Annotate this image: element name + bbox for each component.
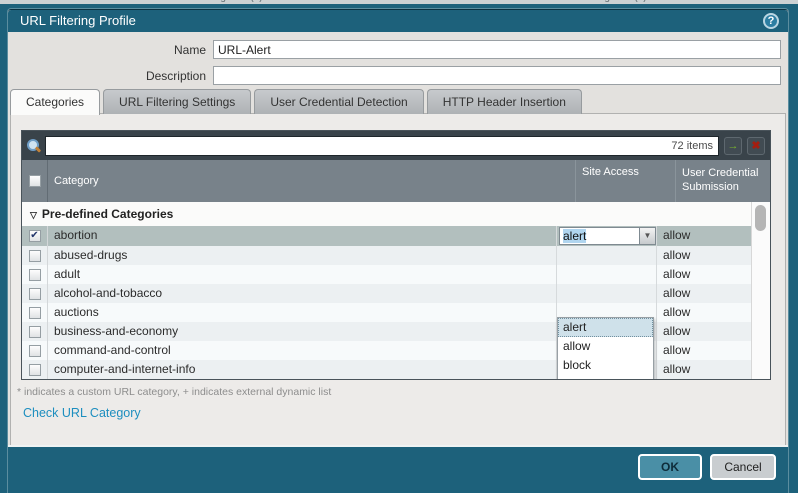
dropdown-option-block[interactable]: block	[558, 356, 653, 375]
dropdown-option-alert[interactable]: alert	[558, 318, 653, 337]
table-row[interactable]: abused-drugs allow	[22, 246, 751, 265]
site-access-cell[interactable]	[556, 246, 656, 265]
tab-bar: CategoriesURL Filtering SettingsUser Cre…	[10, 89, 582, 114]
category-cell: business-and-economy	[48, 322, 556, 341]
row-checkbox[interactable]	[29, 288, 41, 300]
site-access-cell[interactable]	[556, 265, 656, 284]
column-header-category[interactable]: Category	[48, 160, 575, 202]
category-cell: auctions	[48, 303, 556, 322]
table-footnote: * indicates a custom URL category, + ind…	[17, 386, 331, 398]
name-input[interactable]	[213, 40, 781, 59]
chevron-down-icon[interactable]: ▼	[639, 227, 656, 245]
tab-url-filtering-settings[interactable]: URL Filtering Settings	[103, 89, 251, 114]
table-row[interactable]: ✔ abortion alert ▼allow	[22, 226, 751, 246]
user-credential-submission-cell[interactable]: allow	[656, 322, 751, 341]
cancel-button[interactable]: Cancel	[710, 454, 776, 480]
row-checkbox[interactable]	[29, 364, 41, 376]
tab-http-header-insertion[interactable]: HTTP Header Insertion	[427, 89, 582, 114]
site-access-cell[interactable]	[556, 284, 656, 303]
category-cell: adult	[48, 265, 556, 284]
site-access-dropdown-list: alertallowblockcontinueoverride	[557, 317, 654, 379]
table-body: ▽Pre-defined Categories ✔abortionalert▼a…	[22, 202, 770, 379]
description-label: Description	[8, 66, 206, 86]
user-credential-submission-cell[interactable]: allow	[656, 360, 751, 379]
table-header: Category Site Access User Credential Sub…	[22, 160, 770, 202]
check-url-category-link[interactable]: Check URL Category	[23, 406, 141, 420]
search-icon	[27, 139, 40, 152]
name-label: Name	[8, 40, 206, 60]
close-icon: ✖	[751, 140, 760, 152]
arrow-right-icon: →	[728, 140, 739, 152]
tab-user-credential-detection[interactable]: User Credential Detection	[254, 89, 423, 114]
row-checkbox[interactable]	[29, 326, 41, 338]
row-checkbox[interactable]	[29, 269, 41, 281]
collapse-triangle-icon[interactable]: ▽	[30, 210, 37, 220]
column-header-user-credential-submission[interactable]: User Credential Submission	[675, 160, 770, 202]
user-credential-submission-cell[interactable]: allow	[656, 226, 751, 246]
user-credential-submission-cell[interactable]: allow	[656, 303, 751, 322]
user-credential-submission-cell[interactable]: allow	[656, 341, 751, 360]
categories-table: 72 items → ✖ Category Site Access User C…	[21, 130, 771, 380]
vertical-scrollbar[interactable]	[751, 202, 770, 379]
items-count-badge: 72 items	[671, 137, 713, 155]
ok-button[interactable]: OK	[638, 454, 702, 480]
table-row[interactable]: adult allow	[22, 265, 751, 284]
dropdown-option-allow[interactable]: allow	[558, 337, 653, 356]
site-access-cell[interactable]: alert ▼	[556, 226, 656, 246]
background-text-fragment: Block Categories (0)	[172, 0, 263, 3]
description-input[interactable]	[213, 66, 781, 85]
row-checkbox[interactable]	[29, 250, 41, 262]
dialog-titlebar: URL Filtering Profile ?	[8, 10, 788, 32]
column-header-site-access[interactable]: Site Access	[575, 160, 675, 202]
categories-tab-panel: 72 items → ✖ Category Site Access User C…	[10, 113, 786, 448]
combobox-value: alert	[563, 229, 586, 243]
select-all-checkbox[interactable]	[29, 175, 41, 187]
dialog-footer: OK Cancel	[8, 445, 788, 493]
row-checkbox[interactable]: ✔	[29, 230, 41, 242]
table-row[interactable]: alcohol-and-tobacco allow	[22, 284, 751, 303]
description-row: Description	[8, 66, 788, 86]
search-input[interactable]: 72 items	[45, 136, 719, 156]
url-filtering-profile-dialog: URL Filtering Profile ? Name Description…	[8, 9, 788, 493]
table-toolbar: 72 items → ✖	[22, 131, 770, 160]
tab-categories[interactable]: Categories	[10, 89, 100, 115]
dropdown-option-continue[interactable]: continue	[558, 375, 653, 379]
dialog-title: URL Filtering Profile	[20, 13, 136, 28]
site-access-combobox[interactable]: alert ▼	[559, 227, 656, 245]
row-checkbox[interactable]	[29, 307, 41, 319]
category-cell: computer-and-internet-info	[48, 360, 556, 379]
group-label: Pre-defined Categories	[42, 207, 173, 221]
clear-filter-button[interactable]: ✖	[747, 137, 765, 155]
name-row: Name	[8, 40, 788, 60]
background-text-fragment: Block Categories (0)	[556, 0, 647, 3]
help-icon[interactable]: ?	[763, 13, 779, 29]
category-cell: abortion	[48, 226, 556, 246]
user-credential-submission-cell[interactable]: allow	[656, 265, 751, 284]
category-cell: abused-drugs	[48, 246, 556, 265]
category-cell: alcohol-and-tobacco	[48, 284, 556, 303]
scrollbar-thumb[interactable]	[755, 205, 766, 231]
background-page-strip: Block Categories (0) Block Categories (0…	[0, 0, 798, 4]
user-credential-submission-cell[interactable]: allow	[656, 246, 751, 265]
user-credential-submission-cell[interactable]: allow	[656, 284, 751, 303]
category-cell: command-and-control	[48, 341, 556, 360]
category-group-row[interactable]: ▽ Pre-defined Categories	[22, 202, 770, 226]
row-checkbox[interactable]	[29, 345, 41, 357]
apply-filter-button[interactable]: →	[724, 137, 742, 155]
